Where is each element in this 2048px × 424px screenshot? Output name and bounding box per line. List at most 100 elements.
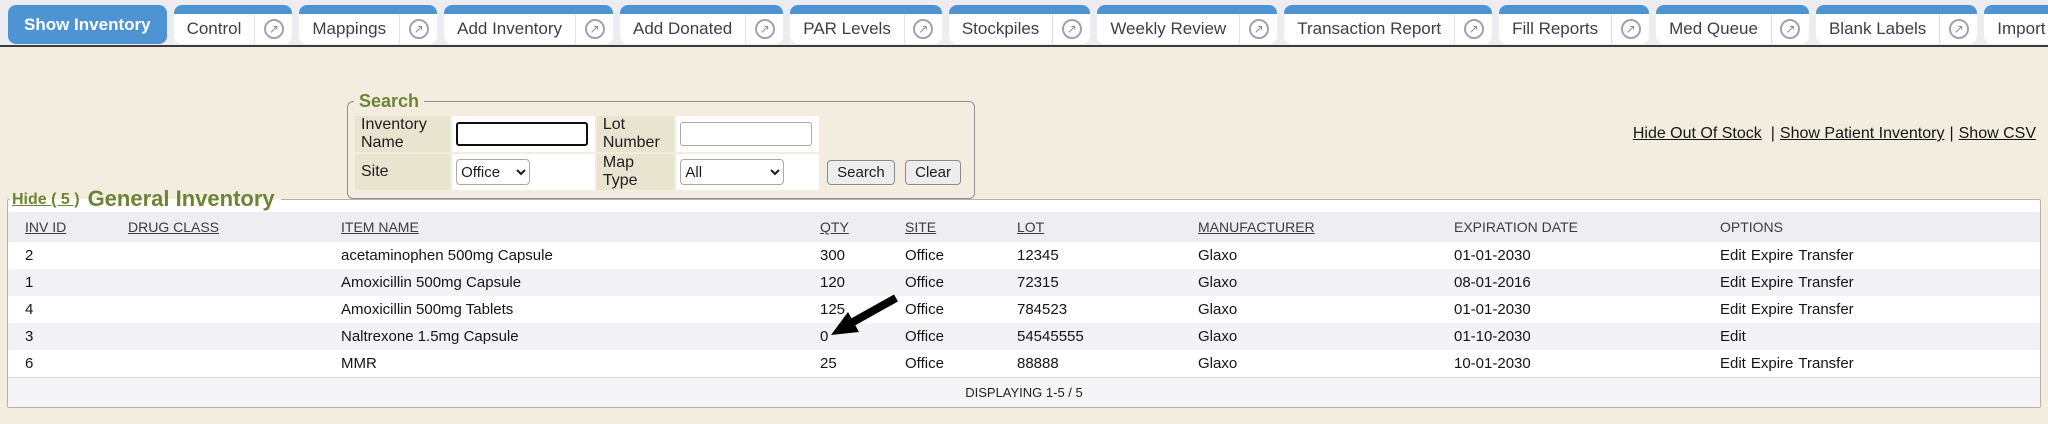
expire-link[interactable]: Expire	[1751, 274, 1794, 291]
tab-accent-bar	[1284, 5, 1492, 14]
cell-manufacturer: Glaxo	[1181, 350, 1437, 377]
tab-label: Import	[1984, 19, 2048, 39]
external-link-icon[interactable]: ↗	[1771, 14, 1809, 44]
show-csv-link[interactable]: Show CSV	[1959, 125, 2036, 142]
clear-button[interactable]: Clear	[905, 160, 961, 185]
cell-qty: 300	[803, 242, 888, 269]
transfer-link[interactable]: Transfer	[1798, 274, 1853, 291]
tab-accent-bar	[1499, 5, 1649, 14]
edit-link[interactable]: Edit	[1720, 274, 1746, 291]
tab-med-queue[interactable]: Med Queue ↗	[1656, 5, 1809, 44]
column-header-manufacturer[interactable]: MANUFACTURER	[1198, 219, 1315, 235]
link-separator: |	[1949, 125, 1953, 142]
hide-section-link[interactable]: Hide ( 5 )	[12, 191, 80, 208]
cell-inv-id: 6	[8, 350, 111, 377]
link-separator: |	[1771, 125, 1775, 142]
column-header-qty[interactable]: QTY	[820, 219, 849, 235]
expire-link[interactable]: Expire	[1751, 247, 1794, 264]
tab-label: Blank Labels	[1816, 19, 1939, 39]
table-row: 6 MMR 25 Office 88888 Glaxo 10-01-2030 E…	[8, 350, 2040, 377]
external-link-icon[interactable]: ↗	[399, 14, 437, 44]
cell-item-name: Amoxicillin 500mg Capsule	[324, 269, 803, 296]
search-panel: Search Inventory Name Lot Number Site Of…	[347, 91, 975, 199]
transfer-link[interactable]: Transfer	[1798, 355, 1853, 372]
column-header-inv-id[interactable]: INV ID	[25, 219, 66, 235]
tab-transaction-report[interactable]: Transaction Report ↗	[1284, 5, 1492, 44]
tab-accent-bar	[949, 5, 1090, 14]
show-patient-inventory-link[interactable]: Show Patient Inventory	[1780, 125, 1945, 142]
tab-add-inventory[interactable]: Add Inventory ↗	[444, 5, 613, 44]
transfer-link[interactable]: Transfer	[1798, 301, 1853, 318]
tab-add-donated[interactable]: Add Donated ↗	[620, 5, 783, 44]
tab-accent-bar	[174, 5, 293, 14]
external-link-icon[interactable]: ↗	[575, 14, 613, 44]
cell-qty: 0	[803, 323, 888, 350]
expire-link[interactable]: Expire	[1751, 301, 1794, 318]
table-row: 1 Amoxicillin 500mg Capsule 120 Office 7…	[8, 269, 2040, 296]
table-row: 3 Naltrexone 1.5mg Capsule 0 Office 5454…	[8, 323, 2040, 350]
tab-weekly-review[interactable]: Weekly Review ↗	[1097, 5, 1277, 44]
tab-label: Weekly Review	[1097, 19, 1239, 39]
tab-accent-bar	[299, 5, 437, 14]
external-link-icon[interactable]: ↗	[1052, 14, 1090, 44]
tab-label: Add Inventory	[444, 19, 575, 39]
hide-out-of-stock-link[interactable]: Hide Out Of Stock	[1633, 125, 1762, 142]
external-link-icon[interactable]: ↗	[1939, 14, 1977, 44]
search-button[interactable]: Search	[827, 160, 895, 185]
tab-label: PAR Levels	[790, 19, 904, 39]
tab-accent-bar	[1816, 5, 1977, 14]
external-link-icon[interactable]: ↗	[745, 14, 783, 44]
tab-label: Add Donated	[620, 19, 745, 39]
tab-label: Med Queue	[1656, 19, 1771, 39]
column-header-site[interactable]: SITE	[905, 219, 936, 235]
external-link-icon[interactable]: ↗	[254, 14, 292, 44]
cell-site: Office	[888, 350, 1000, 377]
column-header-item-name[interactable]: ITEM NAME	[341, 219, 419, 235]
tab-par-levels[interactable]: PAR Levels ↗	[790, 5, 942, 44]
tab-mappings[interactable]: Mappings ↗	[299, 5, 437, 44]
cell-lot: 72315	[1000, 269, 1181, 296]
cell-inv-id: 1	[8, 269, 111, 296]
paging-status: DISPLAYING 1-5 / 5	[8, 377, 2040, 407]
transfer-link[interactable]: Transfer	[1798, 247, 1853, 264]
column-header-lot[interactable]: LOT	[1017, 219, 1044, 235]
tab-import[interactable]: Import ↗	[1984, 5, 2048, 44]
edit-link[interactable]: Edit	[1720, 301, 1746, 318]
map-type-label: Map Type	[597, 154, 675, 190]
cell-expiration-date: 01-10-2030	[1437, 323, 1703, 350]
column-header-drug-class[interactable]: DRUG CLASS	[128, 219, 219, 235]
external-link-icon[interactable]: ↗	[1239, 14, 1277, 44]
tab-label: Mappings	[299, 19, 399, 39]
tab-bar: Show Inventory Control ↗ Mappings ↗ Add …	[0, 0, 2048, 47]
lot-number-input[interactable]	[680, 122, 812, 146]
tab-fill-reports[interactable]: Fill Reports ↗	[1499, 5, 1649, 44]
external-link-icon[interactable]: ↗	[1454, 14, 1492, 44]
cell-qty: 25	[803, 350, 888, 377]
tab-control[interactable]: Control ↗	[174, 5, 293, 44]
cell-drug-class	[111, 296, 324, 323]
cell-site: Office	[888, 296, 1000, 323]
tab-stockpiles[interactable]: Stockpiles ↗	[949, 5, 1090, 44]
search-panel-title: Search	[354, 91, 424, 112]
cell-lot: 88888	[1000, 350, 1181, 377]
external-link-icon[interactable]: ↗	[1611, 14, 1649, 44]
tab-label: Fill Reports	[1499, 19, 1611, 39]
tab-blank-labels[interactable]: Blank Labels ↗	[1816, 5, 1977, 44]
edit-link[interactable]: Edit	[1720, 328, 1746, 345]
inventory-name-input[interactable]	[456, 122, 588, 146]
tab-show-inventory[interactable]: Show Inventory	[8, 5, 167, 44]
tab-label: Transaction Report	[1284, 19, 1454, 39]
cell-manufacturer: Glaxo	[1181, 269, 1437, 296]
main-content: Search Inventory Name Lot Number Site Of…	[0, 47, 2048, 424]
edit-link[interactable]: Edit	[1720, 247, 1746, 264]
lot-number-label: Lot Number	[597, 116, 675, 152]
cell-site: Office	[888, 323, 1000, 350]
cell-site: Office	[888, 242, 1000, 269]
view-links: Hide Out Of Stock|Show Patient Inventory…	[1633, 125, 2036, 143]
edit-link[interactable]: Edit	[1720, 355, 1746, 372]
external-link-icon[interactable]: ↗	[904, 14, 942, 44]
site-select[interactable]: Office	[456, 159, 530, 185]
map-type-select[interactable]: All	[680, 159, 784, 185]
cell-qty: 120	[803, 269, 888, 296]
expire-link[interactable]: Expire	[1751, 355, 1794, 372]
